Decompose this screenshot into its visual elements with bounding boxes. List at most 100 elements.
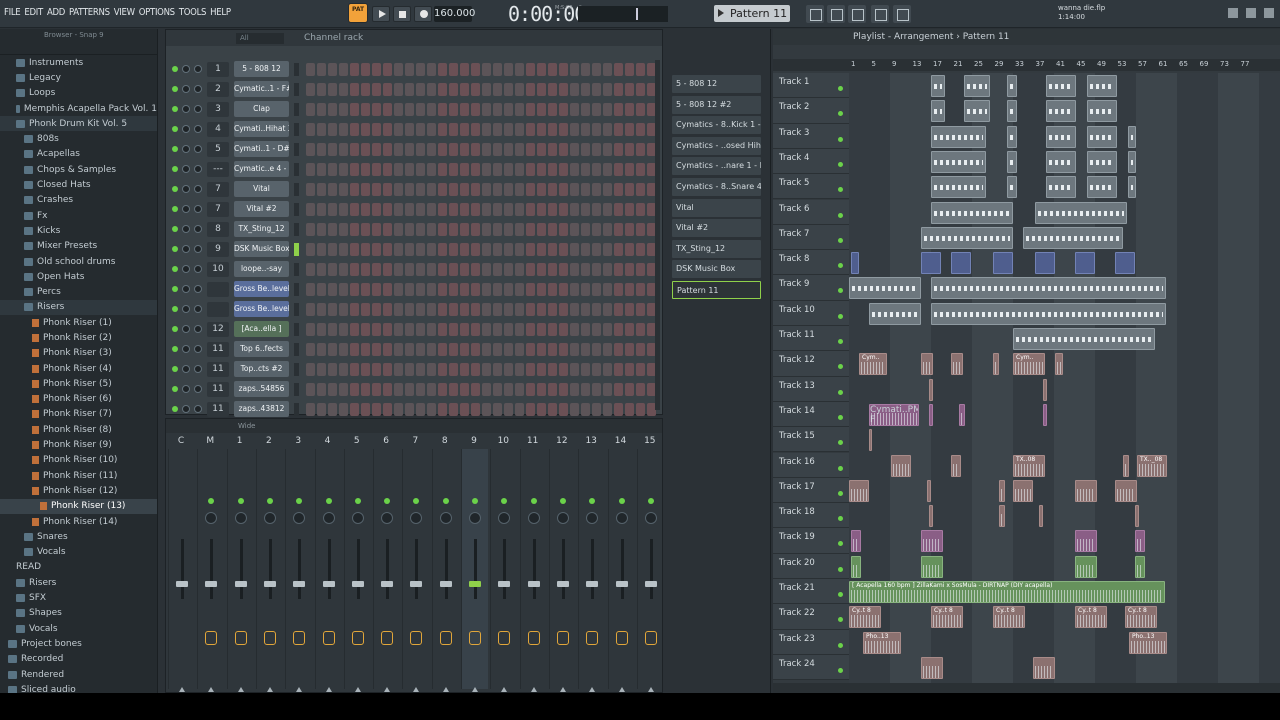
- step-button[interactable]: [625, 143, 634, 156]
- step-button[interactable]: [603, 63, 612, 76]
- step-button[interactable]: [548, 363, 557, 376]
- browser-item[interactable]: Open Hats: [0, 269, 157, 284]
- step-button[interactable]: [537, 303, 546, 316]
- channel-volume-knob[interactable]: [194, 225, 202, 233]
- step-button[interactable]: [592, 243, 601, 256]
- browser-item[interactable]: Phonk Riser (12): [0, 483, 157, 498]
- mixer-route-arrow-icon[interactable]: [237, 687, 244, 692]
- browser-item[interactable]: Chops & Samples: [0, 162, 157, 177]
- pattern-clip[interactable]: [1046, 100, 1076, 123]
- channel-name-button[interactable]: Gross Be..level: [234, 281, 289, 297]
- step-button[interactable]: [548, 183, 557, 196]
- mixer-fader-track[interactable]: [298, 539, 302, 599]
- step-button[interactable]: [537, 283, 546, 296]
- step-button[interactable]: [482, 243, 491, 256]
- step-button[interactable]: [339, 323, 348, 336]
- mixer-enable-led[interactable]: [618, 498, 625, 504]
- channel-name-button[interactable]: Vital #2: [234, 201, 289, 217]
- mixer-fader-track[interactable]: [620, 539, 624, 599]
- audio-clip[interactable]: [999, 479, 1005, 502]
- mixer-pan-knob[interactable]: [322, 512, 335, 524]
- step-button[interactable]: [394, 383, 403, 396]
- step-button[interactable]: [438, 263, 447, 276]
- step-button[interactable]: [383, 263, 392, 276]
- step-button[interactable]: [625, 263, 634, 276]
- step-button[interactable]: [394, 403, 403, 416]
- step-button[interactable]: [317, 383, 326, 396]
- step-button[interactable]: [449, 383, 458, 396]
- track-mute-led[interactable]: [838, 490, 843, 496]
- step-button[interactable]: [537, 383, 546, 396]
- step-button[interactable]: [614, 163, 623, 176]
- mixer-fader-track[interactable]: [503, 539, 507, 599]
- channel-name-button[interactable]: [Aca..ella ]: [234, 321, 289, 337]
- track-mute-led[interactable]: [838, 288, 843, 294]
- channel-mixer-track[interactable]: 11: [207, 402, 229, 417]
- step-button[interactable]: [636, 263, 645, 276]
- mixer-fader-handle[interactable]: [498, 581, 511, 587]
- step-button[interactable]: [405, 83, 414, 96]
- step-button[interactable]: [306, 163, 315, 176]
- step-button[interactable]: [383, 343, 392, 356]
- step-button[interactable]: [493, 363, 502, 376]
- step-button[interactable]: [372, 163, 381, 176]
- channel-name-button[interactable]: Cymatic..e 4 - 6: [234, 161, 289, 177]
- audio-clip[interactable]: [929, 378, 933, 401]
- mixer-pan-knob[interactable]: [644, 512, 657, 524]
- step-button[interactable]: [603, 163, 612, 176]
- step-button[interactable]: [504, 63, 513, 76]
- audio-clip[interactable]: [921, 530, 943, 553]
- pattern-clip[interactable]: [1087, 150, 1117, 173]
- step-button[interactable]: [625, 163, 634, 176]
- step-button[interactable]: [372, 123, 381, 136]
- step-button[interactable]: [438, 203, 447, 216]
- track-mute-led[interactable]: [838, 136, 843, 142]
- track-header[interactable]: Track 7: [773, 224, 849, 251]
- step-button[interactable]: [614, 223, 623, 236]
- mixer-route-arrow-icon[interactable]: [501, 687, 508, 692]
- browser-item[interactable]: Phonk Riser (7): [0, 407, 157, 422]
- step-button[interactable]: [460, 243, 469, 256]
- mixer-pan-knob[interactable]: [381, 512, 394, 524]
- track-header[interactable]: Track 19: [773, 528, 849, 554]
- step-button[interactable]: [614, 363, 623, 376]
- step-button[interactable]: [449, 123, 458, 136]
- pattern-clip[interactable]: [1023, 226, 1123, 249]
- step-button[interactable]: [350, 103, 359, 116]
- browser-item[interactable]: Phonk Riser (6): [0, 392, 157, 407]
- step-button[interactable]: [306, 383, 315, 396]
- step-button[interactable]: [317, 83, 326, 96]
- step-button[interactable]: [339, 123, 348, 136]
- pattern-clip[interactable]: [931, 100, 945, 123]
- pattern-clip[interactable]: [931, 277, 1166, 300]
- step-button[interactable]: [559, 403, 568, 416]
- mixer-route-arrow-icon[interactable]: [208, 687, 215, 692]
- mixer-fader-handle[interactable]: [556, 581, 569, 587]
- menu-view[interactable]: VIEW: [114, 7, 135, 18]
- step-button[interactable]: [471, 163, 480, 176]
- step-button[interactable]: [537, 363, 546, 376]
- step-button[interactable]: [537, 263, 546, 276]
- step-button[interactable]: [394, 163, 403, 176]
- mixer-fader-handle[interactable]: [234, 581, 247, 587]
- mixer-fader-handle[interactable]: [176, 581, 188, 587]
- step-button[interactable]: [559, 383, 568, 396]
- channel-name-button[interactable]: Gross Be..level: [234, 301, 289, 317]
- mixer-send-icon[interactable]: [644, 631, 657, 645]
- step-button[interactable]: [416, 63, 425, 76]
- mixer-enable-led[interactable]: [354, 498, 361, 504]
- channel-mute-led[interactable]: [172, 206, 178, 212]
- audio-clip[interactable]: [891, 454, 911, 477]
- channel-pan-knob[interactable]: [182, 385, 190, 393]
- track-mute-led[interactable]: [838, 161, 843, 167]
- track-mute-led[interactable]: [838, 465, 843, 471]
- step-button[interactable]: [427, 303, 436, 316]
- step-button[interactable]: [350, 183, 359, 196]
- step-button[interactable]: [350, 383, 359, 396]
- step-button[interactable]: [471, 203, 480, 216]
- mixer-send-icon[interactable]: [410, 631, 423, 645]
- step-button[interactable]: [471, 123, 480, 136]
- step-button[interactable]: [592, 363, 601, 376]
- channel-name-button[interactable]: Cymati..Hihat 3: [234, 121, 289, 137]
- mixer-route-arrow-icon[interactable]: [179, 687, 185, 692]
